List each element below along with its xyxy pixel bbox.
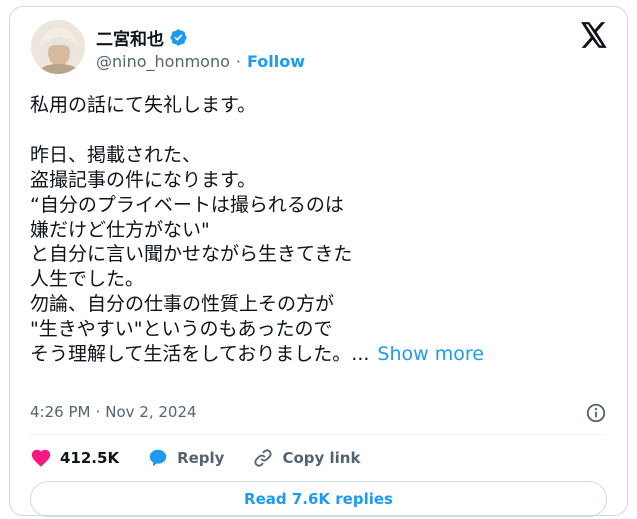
tweet-actions: 412.5K Reply Copy link [30,447,388,469]
follow-button[interactable]: Follow [247,52,305,71]
link-icon [254,449,273,467]
avatar[interactable] [31,20,85,74]
heart-icon [31,449,51,467]
tweet-text-content: 私用の話にて失礼します。 昨日、掲載された、 盗撮記事の件になります。 “自分の… [30,94,370,366]
author-handle-row: @nino_honmono · Follow [96,52,305,71]
show-more-link[interactable]: Show more [377,343,484,365]
author-name-row: 二宮和也 [96,25,188,50]
author-display-name[interactable]: 二宮和也 [96,25,164,50]
verified-badge-icon [170,29,187,46]
copy-link-button[interactable]: Copy link [252,447,360,469]
tweet-date: Nov 2, 2024 [105,403,197,421]
author-handle[interactable]: @nino_honmono [96,52,230,71]
tweet-time: 4:26 PM [30,403,91,421]
info-icon[interactable] [585,402,607,424]
divider [30,434,607,435]
timestamp-separator: · [95,403,101,421]
reply-icon [149,449,167,467]
tweet-card: 二宮和也 @nino_honmono · Follow 私用の話にて失礼します。… [9,6,628,517]
reply-button[interactable]: Reply [147,447,224,469]
read-replies-label: Read 7.6K replies [244,490,393,508]
tweet-text: 私用の話にて失礼します。 昨日、掲載された、 盗撮記事の件になります。 “自分の… [30,93,620,367]
copy-link-label: Copy link [282,449,361,467]
like-button[interactable]: 412.5K [30,447,119,469]
read-replies-button[interactable]: Read 7.6K replies [30,481,607,517]
avatar-image [31,20,85,74]
reply-label: Reply [177,449,225,467]
handle-separator: · [235,52,241,71]
like-count: 412.5K [60,449,120,467]
tweet-timestamp[interactable]: 4:26 PM · Nov 2, 2024 [30,403,197,421]
x-logo-icon[interactable] [580,22,608,48]
